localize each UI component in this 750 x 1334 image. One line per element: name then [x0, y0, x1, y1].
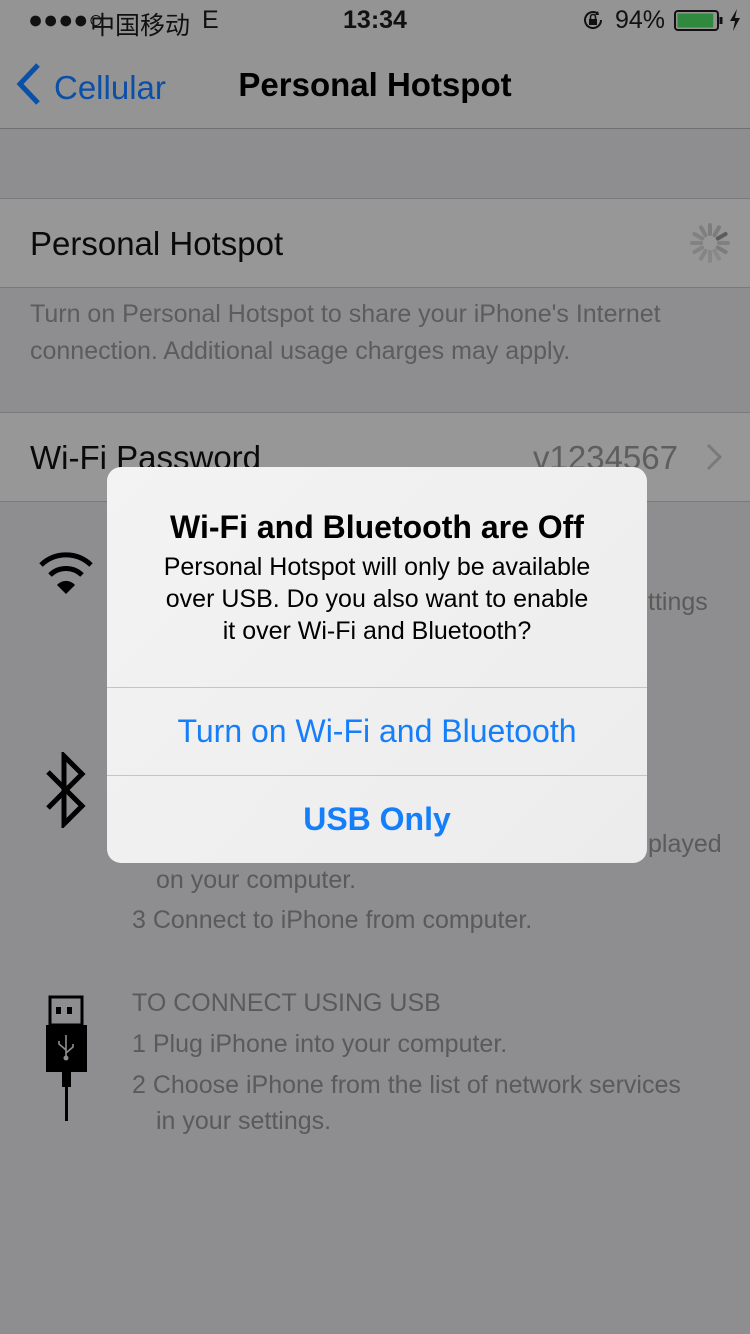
- spinner-tick: [715, 245, 728, 254]
- alert-dialog: Wi-Fi and Bluetooth are Off Personal Hot…: [107, 467, 647, 863]
- bluetooth-instructions-fragment: played: [648, 830, 722, 858]
- usb-step-1: 1 Plug iPhone into your computer.: [132, 1030, 508, 1058]
- status-bar: ●●●●○ 中国移动 E 13:34 94%: [0, 0, 750, 40]
- charging-icon: [728, 9, 742, 36]
- alert-message-line: it over Wi-Fi and Bluetooth?: [222, 617, 532, 645]
- loading-spinner-icon: [688, 221, 732, 270]
- chevron-right-icon: [706, 443, 723, 476]
- bluetooth-icon: [44, 749, 88, 833]
- usb-step-2: 2 Choose iPhone from the list of network…: [132, 1071, 681, 1099]
- turn-on-wifi-bluetooth-button[interactable]: Turn on Wi-Fi and Bluetooth: [107, 687, 647, 775]
- spinner-tick: [699, 248, 708, 261]
- usb-step-2-continued: in your settings.: [156, 1107, 332, 1135]
- wifi-icon: [38, 550, 94, 601]
- alert-title: Wi-Fi and Bluetooth are Off: [170, 509, 584, 545]
- alert-message-line: over USB. Do you also want to enable: [165, 585, 589, 613]
- rotation-lock-icon: [581, 8, 605, 37]
- wifi-instructions-fragment: ttings: [648, 588, 708, 616]
- hotspot-description: Turn on Personal Hotspot to share your i…: [30, 300, 661, 365]
- spinner-tick: [692, 232, 705, 241]
- personal-hotspot-label: Personal Hotspot: [30, 225, 284, 262]
- usb-heading: TO CONNECT USING USB: [132, 989, 441, 1017]
- bluetooth-step-continued: on your computer.: [156, 866, 357, 894]
- spinner-tick: [715, 232, 728, 241]
- usb-only-button[interactable]: USB Only: [107, 775, 647, 863]
- battery-icon: [674, 10, 726, 37]
- bluetooth-step-3: 3 Connect to iPhone from computer.: [132, 906, 533, 934]
- navigation-bar: Cellular Personal Hotspot: [0, 40, 750, 129]
- personal-hotspot-row[interactable]: Personal Hotspot: [0, 198, 750, 288]
- spinner-tick: [712, 225, 721, 238]
- alert-message-line: Personal Hotspot will only be available: [163, 553, 591, 581]
- alert-message: Personal Hotspot will only be available …: [107, 551, 647, 647]
- battery-percent: 94%: [615, 6, 666, 34]
- page-title: Personal Hotspot: [238, 66, 512, 103]
- usb-cable-icon: [45, 995, 89, 1130]
- spinner-tick: [699, 225, 708, 238]
- spinner-tick: [712, 248, 721, 261]
- spinner-tick: [692, 245, 705, 254]
